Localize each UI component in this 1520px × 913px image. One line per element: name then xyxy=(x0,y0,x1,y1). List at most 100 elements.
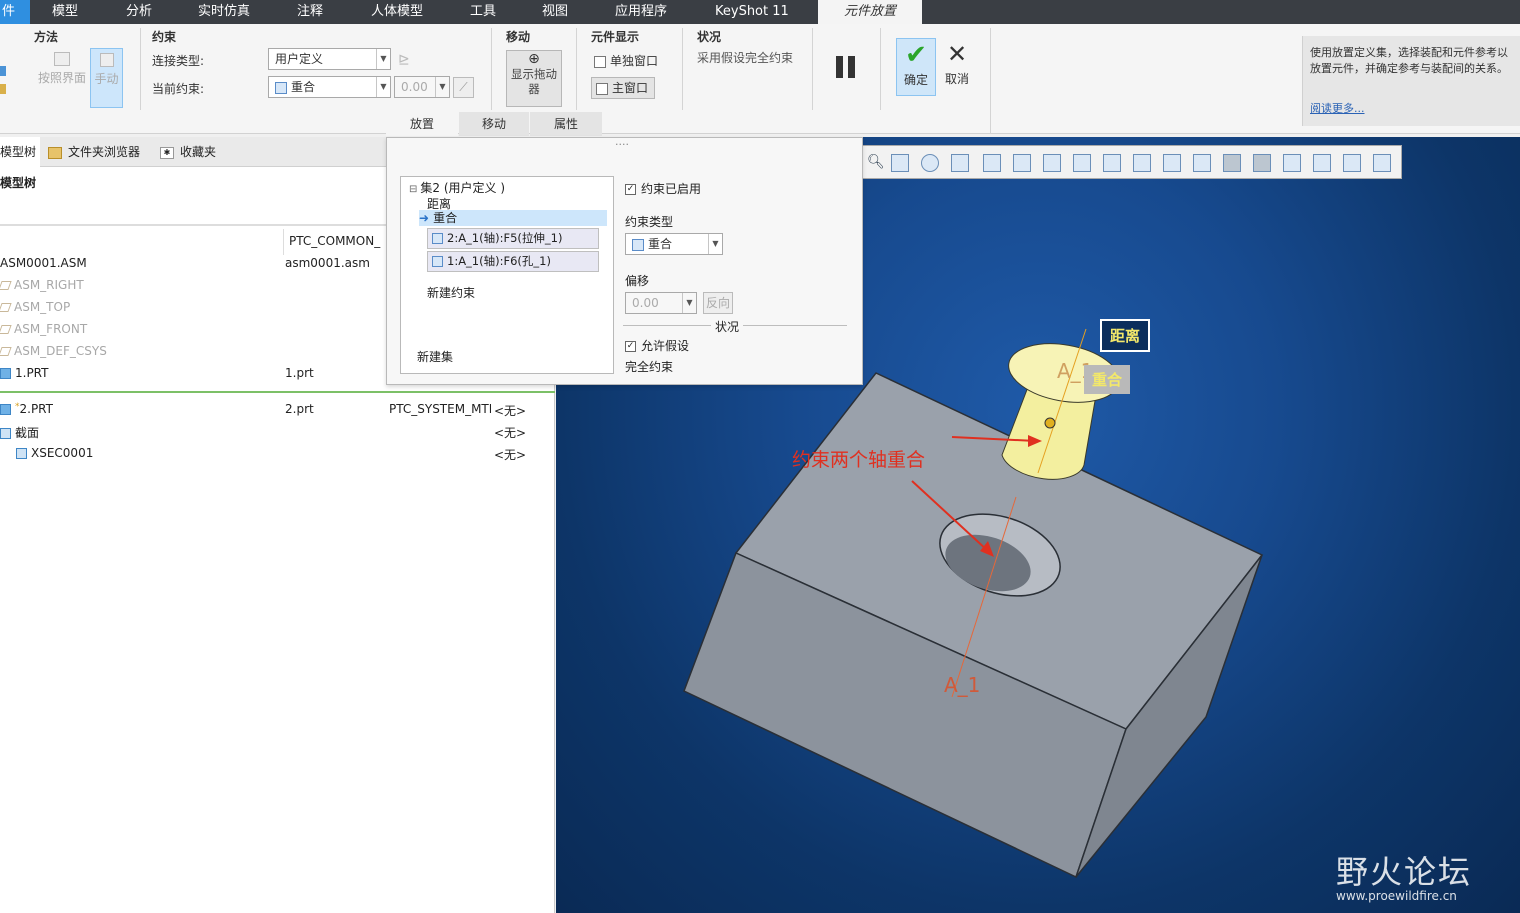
tree-row-label: XSEC0001 xyxy=(31,446,94,460)
constraint-type-select[interactable]: 重合 ▼ xyxy=(625,233,723,255)
tab-folder-browser[interactable]: 文件夹浏览器 xyxy=(48,137,140,167)
separate-window-label: 单独窗口 xyxy=(610,54,659,68)
cancel-button[interactable]: ✕ 取消 xyxy=(940,38,974,96)
axis-label-bottom: A_1 xyxy=(944,673,981,697)
section-icon[interactable] xyxy=(1073,154,1091,172)
tree-filter-input[interactable] xyxy=(0,193,386,225)
constraint-coincident[interactable]: ➜ 重合 xyxy=(419,210,607,226)
show-dragger-button[interactable]: ⊕ 显示拖动器 xyxy=(506,50,562,107)
reference-1[interactable]: 2:A_1(轴):F5(拉伸_1) xyxy=(427,228,599,249)
tab-move[interactable]: 移动 xyxy=(459,112,529,136)
menu-simulation[interactable]: 实时仿真 xyxy=(198,0,250,24)
offset-field[interactable]: 0.00 ▼ xyxy=(625,292,697,314)
tree-row-label: ASM_TOP xyxy=(14,300,71,314)
view-toolbar: 🔍︎ xyxy=(862,145,1402,179)
tab-favorites[interactable]: ✱ 收藏夹 xyxy=(160,137,216,167)
by-interface-button[interactable]: 按照界面 xyxy=(36,52,88,108)
menu-annotate[interactable]: 注释 xyxy=(297,0,323,24)
group-title-method: 方法 xyxy=(34,30,59,44)
current-constraint-select[interactable]: 重合 ▼ xyxy=(268,76,391,98)
offset-label: 偏移 xyxy=(625,274,650,288)
manual-icon xyxy=(99,53,114,67)
menu-file[interactable]: 件 xyxy=(0,0,30,24)
read-more-link[interactable]: 阅读更多... xyxy=(1310,100,1365,116)
plane-display-icon[interactable] xyxy=(1223,154,1241,172)
tree-row-asm-front[interactable]: ASM_FRONT xyxy=(0,322,87,336)
menu-keyshot[interactable]: KeyShot 11 xyxy=(715,0,789,24)
manual-button[interactable]: 手动 xyxy=(90,48,123,108)
pan-icon[interactable] xyxy=(921,154,939,172)
panel-tabs: 模型树 文件夹浏览器 ✱ 收藏夹 xyxy=(0,137,386,167)
menu-component-placement[interactable]: 元件放置 xyxy=(818,0,922,24)
tree-row-section[interactable]: 截面 xyxy=(0,424,39,441)
point-display-icon[interactable] xyxy=(1283,154,1301,172)
menu-analysis[interactable]: 分析 xyxy=(126,0,152,24)
axis-display-icon[interactable] xyxy=(1253,154,1271,172)
reverse-button[interactable]: 反向 xyxy=(703,292,733,314)
help-text: 使用放置定义集，选择装配和元件参考以放置元件，并确定参考与装配间的关系。 xyxy=(1310,46,1508,75)
tree-row-xsec[interactable]: XSEC0001 xyxy=(16,446,93,460)
menu-model[interactable]: 模型 xyxy=(52,0,78,24)
view-cube-icon[interactable] xyxy=(951,154,969,172)
tree-row-asm-csys[interactable]: ASM_DEF_CSYS xyxy=(0,344,107,358)
tree-row-part2[interactable]: *2.PRT xyxy=(0,402,53,416)
group-title-constraint: 约束 xyxy=(152,30,177,44)
pause-button[interactable] xyxy=(832,54,862,80)
flip-icon[interactable]: ⟋ xyxy=(453,77,474,98)
chevron-down-icon: ▼ xyxy=(376,77,390,97)
set-item[interactable]: ⊟ 集2 (用户定义 ) xyxy=(409,179,505,196)
separate-window-button[interactable]: 单独窗口 xyxy=(594,52,658,69)
ok-button[interactable]: ✔ 确定 xyxy=(896,38,936,96)
arrow-right-icon: ➜ xyxy=(419,211,430,225)
tree-row-asm[interactable]: ASM0001.ASM xyxy=(0,256,87,270)
tag-display-icon[interactable] xyxy=(1343,154,1361,172)
perspective-icon[interactable] xyxy=(1043,154,1061,172)
manual-label: 手动 xyxy=(94,72,119,86)
tree-row-label: 2.PRT xyxy=(19,402,53,416)
connection-type-select[interactable]: 用户定义 ▼ xyxy=(268,48,391,70)
offset-input[interactable]: 0.00 ▼ xyxy=(394,76,450,98)
menu-tools[interactable]: 工具 xyxy=(470,0,496,24)
datum-plane-icon xyxy=(0,303,12,312)
current-constraint-value: 重合 xyxy=(291,80,316,94)
main-window-button[interactable]: 主窗口 xyxy=(591,77,655,99)
checkbox-checked-icon: ✓ xyxy=(625,341,636,352)
tab-placement[interactable]: 放置 xyxy=(386,112,458,136)
csys-icon xyxy=(0,347,12,356)
appearance-icon[interactable] xyxy=(1133,154,1151,172)
tree-row-part1[interactable]: 1.PRT xyxy=(0,366,48,380)
connection-display-icon[interactable] xyxy=(1373,154,1391,172)
tree-row-none: <无> xyxy=(494,448,527,462)
spin-center-icon[interactable] xyxy=(1103,154,1121,172)
saved-views-icon[interactable] xyxy=(983,154,1001,172)
menu-view[interactable]: 视图 xyxy=(542,0,568,24)
tree-row-file: 2.prt xyxy=(285,402,314,416)
zoom-icon[interactable]: 🔍︎ xyxy=(867,154,885,172)
csys-display-icon[interactable] xyxy=(1313,154,1331,172)
tag-coincident[interactable]: 重合 xyxy=(1084,365,1131,394)
reference-2[interactable]: 1:A_1(轴):F6(孔_1) xyxy=(427,251,599,272)
tree-row-asm-top[interactable]: ASM_TOP xyxy=(0,300,70,314)
menu-human-model[interactable]: 人体模型 xyxy=(371,0,423,24)
new-set-link[interactable]: 新建集 xyxy=(417,348,453,365)
annotation-display-icon[interactable] xyxy=(1193,154,1211,172)
allow-assumptions-checkbox[interactable]: ✓ 允许假设 xyxy=(625,337,689,354)
cancel-label: 取消 xyxy=(944,72,969,86)
tag-distance[interactable]: 距离 xyxy=(1100,319,1151,352)
current-constraint-label: 当前约束: xyxy=(152,82,205,96)
constraint-enabled-checkbox[interactable]: ✓ 约束已启用 xyxy=(625,180,701,197)
shading-icon[interactable] xyxy=(1163,154,1181,172)
menu-bar: 件 模型 分析 实时仿真 注释 人体模型 工具 视图 应用程序 KeyShot … xyxy=(0,0,1520,24)
dragger-icon: ⊕ xyxy=(528,51,540,67)
tree-row-none: <无> xyxy=(494,404,527,418)
display-style-icon[interactable] xyxy=(1013,154,1031,172)
new-constraint-link[interactable]: 新建约束 xyxy=(427,284,475,301)
menu-apps[interactable]: 应用程序 xyxy=(615,0,667,24)
tree-row-asm-right[interactable]: ASM_RIGHT xyxy=(0,278,84,292)
axis-ref-icon xyxy=(432,256,443,267)
tab-model-tree[interactable]: 模型树 xyxy=(0,137,40,167)
tab-properties[interactable]: 属性 xyxy=(530,112,602,136)
by-interface-label: 按照界面 xyxy=(37,71,86,85)
panel-grip[interactable]: ···· xyxy=(615,138,629,151)
zoom-window-icon[interactable] xyxy=(891,154,909,172)
